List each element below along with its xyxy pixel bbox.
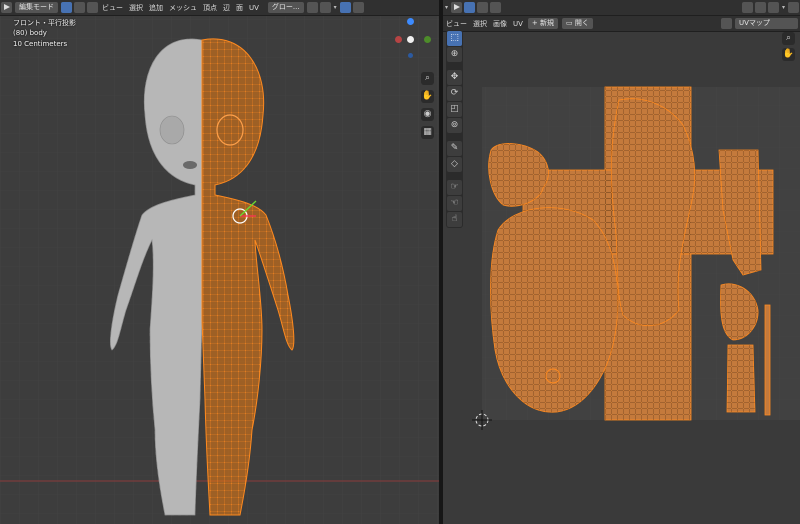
uv-menu-select[interactable]: 選択 — [473, 19, 487, 29]
menu-add[interactable]: 追加 — [149, 3, 163, 13]
camera-icon[interactable]: ◉ — [421, 108, 434, 121]
grid-icon[interactable]: ▦ — [421, 126, 434, 139]
uv-header-menus: ビュー 選択 画像 UV + 新規 ▭ 開く UVマップ — [443, 16, 800, 32]
uv-header-top: ▾ ▾ — [443, 0, 800, 16]
vertex-select-icon[interactable] — [61, 2, 72, 13]
uv-map-dropdown[interactable]: UVマップ — [735, 18, 798, 29]
uv-island-strip — [764, 304, 771, 416]
overlay-icon[interactable] — [339, 2, 351, 13]
cursor-icon[interactable]: ⊕ — [447, 47, 462, 62]
gizmo-y-dot[interactable] — [424, 36, 431, 43]
menu-vertex[interactable]: 頂点 — [203, 3, 217, 13]
gizmo-x-dot[interactable] — [395, 36, 402, 43]
select-box-icon[interactable]: ⬚ — [447, 31, 462, 46]
uv-snap-icon[interactable] — [754, 2, 766, 13]
hand-icon[interactable]: ✋ — [421, 90, 434, 103]
3d-viewport[interactable]: 編集モード ビュー 選択 追加 メッシュ 頂点 辺 面 UV グロー... ▾ … — [0, 0, 439, 524]
uv-toolbar: ⬚ ⊕ ✥ ⟳ ◰ ⊚ ✎ ◇ ☞ ☜ ☝ — [446, 30, 463, 228]
rotate-icon[interactable]: ⟳ — [447, 86, 462, 101]
mode-dropdown[interactable]: 編集モード — [15, 2, 58, 13]
scale-icon[interactable]: ◰ — [447, 102, 462, 117]
uv-menu-image[interactable]: 画像 — [493, 19, 507, 29]
gizmo-neg-z-dot[interactable] — [408, 53, 413, 58]
uv-vertex-select-icon[interactable] — [477, 2, 489, 13]
snap-icon[interactable] — [306, 2, 318, 13]
viewport-header: 編集モード ビュー 選択 追加 メッシュ 頂点 辺 面 UV グロー... ▾ — [0, 0, 439, 16]
transform-icon[interactable]: ⊚ — [447, 118, 462, 133]
view-name: フロント・平行投影 — [13, 19, 76, 27]
menu-edge[interactable]: 辺 — [223, 3, 230, 13]
editor-type-icon[interactable] — [1, 2, 12, 13]
open-image-button[interactable]: ▭ 開く — [562, 18, 593, 29]
new-image-label: 新規 — [540, 19, 555, 27]
menu-face[interactable]: 面 — [236, 3, 243, 13]
mouth — [183, 161, 197, 169]
annotate-icon[interactable]: ✎ — [447, 141, 462, 156]
zoom-icon[interactable]: ⌕ — [421, 72, 434, 85]
menu-view[interactable]: ビュー — [102, 3, 123, 13]
uv-select-mode-icon[interactable] — [451, 2, 463, 13]
move-icon[interactable]: ✥ — [447, 70, 462, 85]
uv-zoom-icon[interactable]: ⌕ — [782, 32, 795, 45]
uv-hand-icon[interactable]: ✋ — [782, 48, 795, 61]
sync-select-icon[interactable] — [464, 2, 476, 13]
object-info: (80) body — [13, 29, 47, 37]
transform-orientation-dropdown[interactable]: グロー... — [267, 2, 304, 13]
gizmo-z-dot[interactable] — [407, 18, 414, 25]
grab-icon[interactable]: ☞ — [447, 180, 462, 195]
eye-left — [159, 115, 185, 145]
rip-icon[interactable]: ◇ — [447, 157, 462, 172]
viewport-canvas[interactable] — [0, 0, 439, 524]
pinch-icon[interactable]: ☝ — [447, 212, 462, 227]
pin-icon[interactable] — [788, 2, 799, 13]
uv-menu-uv[interactable]: UV — [513, 20, 523, 28]
proportional-icon[interactable] — [319, 2, 331, 13]
menu-select[interactable]: 選択 — [129, 3, 143, 13]
pivot-icon[interactable] — [741, 2, 753, 13]
menu-uv[interactable]: UV — [249, 4, 259, 12]
gizmo-center — [407, 36, 414, 43]
edge-select-icon[interactable] — [74, 2, 85, 13]
uv-menu-view[interactable]: ビュー — [446, 19, 467, 29]
display-channels-icon[interactable] — [721, 18, 732, 29]
face-select-icon[interactable] — [87, 2, 98, 13]
uv-canvas[interactable] — [443, 0, 800, 524]
menu-mesh[interactable]: メッシュ — [169, 3, 197, 13]
xray-icon[interactable] — [352, 2, 364, 13]
new-image-button[interactable]: + 新規 — [527, 18, 559, 29]
relax-icon[interactable]: ☜ — [447, 196, 462, 211]
grid-scale: 10 Centimeters — [13, 40, 68, 48]
uv-proportional-icon[interactable] — [767, 2, 779, 13]
uv-editor[interactable]: ▾ ▾ ビュー 選択 画像 UV + 新規 ▭ 開く UVマップ ⌕ ✋ — [443, 0, 800, 524]
uv-edge-select-icon[interactable] — [490, 2, 502, 13]
open-image-label: 開く — [574, 19, 589, 27]
